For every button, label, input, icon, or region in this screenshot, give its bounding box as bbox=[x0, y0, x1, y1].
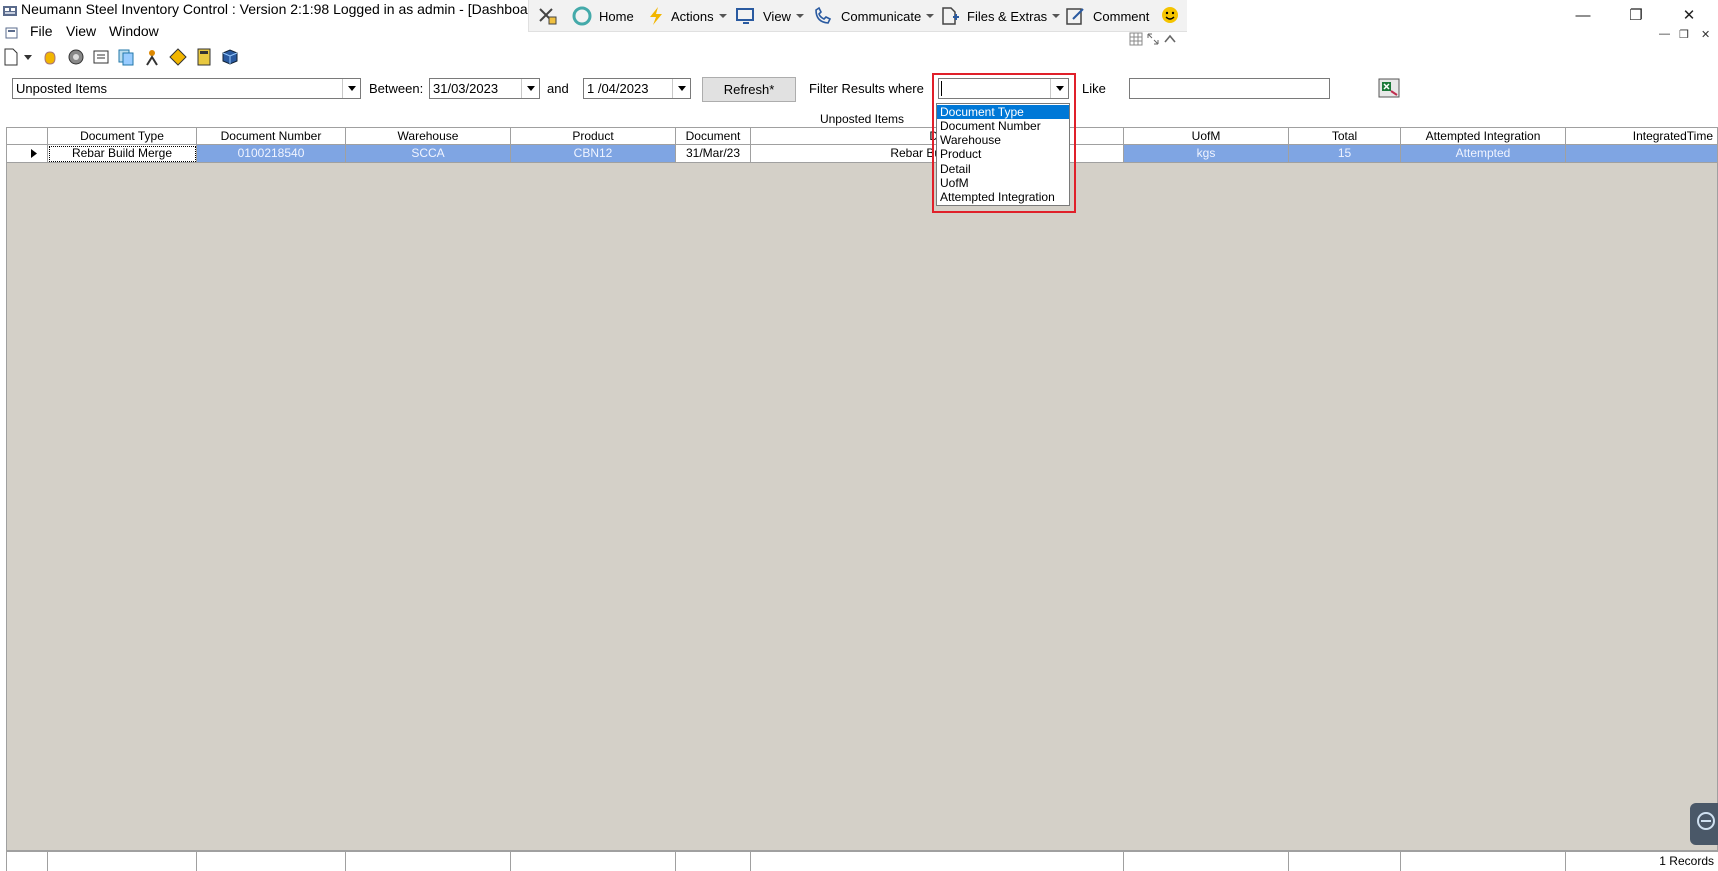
table-cell-integrated-time[interactable] bbox=[1566, 145, 1718, 163]
mdi-minimize-button[interactable]: — bbox=[1659, 28, 1670, 40]
comment-button[interactable]: Comment bbox=[1065, 6, 1149, 26]
report-type-select[interactable]: Unposted Items bbox=[12, 78, 361, 99]
worker-icon[interactable] bbox=[143, 48, 161, 66]
chevron-up-icon[interactable] bbox=[1163, 32, 1177, 46]
like-input[interactable] bbox=[1129, 78, 1330, 99]
dropdown-arrow-icon[interactable] bbox=[22, 48, 34, 66]
column-header-integrated-time[interactable]: IntegratedTime bbox=[1566, 128, 1718, 145]
column-header-warehouse[interactable]: Warehouse bbox=[346, 128, 511, 145]
command-bar: Home Actions View Communicate Files & Ex… bbox=[528, 0, 1187, 32]
refresh-button[interactable]: Refresh* bbox=[702, 77, 796, 102]
files-extras-menu[interactable]: Files & Extras bbox=[939, 6, 1061, 26]
column-header-total[interactable]: Total bbox=[1289, 128, 1401, 145]
settings-disc-icon[interactable] bbox=[67, 48, 85, 66]
lightning-icon bbox=[650, 7, 662, 25]
date-from-dropdown-button[interactable] bbox=[521, 79, 539, 98]
table-cell-document-number[interactable]: 0100218540 bbox=[197, 145, 346, 163]
add-file-icon bbox=[942, 7, 959, 25]
table-cell-attempted-integration[interactable]: Attempted bbox=[1401, 145, 1566, 163]
export-excel-icon[interactable] bbox=[1377, 77, 1401, 99]
package-box-icon[interactable] bbox=[221, 48, 239, 66]
remote-control-icon bbox=[1697, 812, 1715, 830]
close-button[interactable]: ✕ bbox=[1666, 0, 1712, 30]
phone-icon bbox=[815, 6, 832, 24]
minimize-button[interactable]: — bbox=[1560, 0, 1606, 30]
mdi-restore-button[interactable]: ❐ bbox=[1679, 28, 1689, 41]
row-selector-header bbox=[6, 128, 48, 145]
calculator-icon[interactable] bbox=[195, 48, 213, 66]
window-title: Neumann Steel Inventory Control : Versio… bbox=[21, 1, 544, 17]
smiley-icon[interactable] bbox=[1160, 5, 1180, 25]
report-type-dropdown-button[interactable] bbox=[342, 79, 360, 98]
records-count: 1 Records bbox=[1659, 854, 1714, 868]
warning-sign-icon[interactable] bbox=[169, 48, 187, 66]
monitor-icon bbox=[736, 8, 754, 24]
new-document-icon[interactable] bbox=[2, 48, 20, 66]
column-header-document-number[interactable]: Document Number bbox=[197, 128, 346, 145]
view-menu[interactable]: View bbox=[735, 6, 804, 26]
expand-icon[interactable] bbox=[1146, 32, 1160, 46]
column-header-document-type[interactable]: Document Type bbox=[48, 128, 197, 145]
table-cell-uofm[interactable]: kgs bbox=[1124, 145, 1289, 163]
menu-view[interactable]: View bbox=[66, 23, 96, 39]
row-selector[interactable] bbox=[6, 145, 48, 163]
document-menu-icon[interactable] bbox=[4, 26, 20, 40]
toolbar bbox=[0, 46, 260, 68]
remote-support-tab[interactable] bbox=[1690, 803, 1718, 845]
column-header-document[interactable]: Document bbox=[676, 128, 751, 145]
restore-button[interactable]: ❐ bbox=[1613, 0, 1659, 30]
tools-icon[interactable] bbox=[537, 6, 557, 26]
home-icon bbox=[572, 6, 592, 26]
hand-icon[interactable] bbox=[41, 48, 59, 66]
chevron-down-icon bbox=[347, 86, 356, 91]
like-label: Like bbox=[1082, 81, 1106, 96]
table-cell-document[interactable]: 31/Mar/23 bbox=[676, 145, 751, 163]
date-to-dropdown-button[interactable] bbox=[672, 79, 690, 98]
mdi-close-button[interactable]: ✕ bbox=[1701, 28, 1710, 41]
date-to-picker[interactable]: 1 /04/2023 bbox=[583, 78, 691, 99]
status-bar: 1 Records bbox=[6, 851, 1718, 871]
calculator-form-icon[interactable] bbox=[92, 48, 110, 66]
chevron-down-icon bbox=[526, 86, 535, 91]
grid-layout-icon[interactable] bbox=[1129, 32, 1143, 46]
grid-caption: Unposted Items bbox=[6, 111, 1718, 128]
annotation-highlight-box bbox=[932, 73, 1076, 213]
chevron-down-icon bbox=[677, 86, 686, 91]
column-header-uofm[interactable]: UofM bbox=[1124, 128, 1289, 145]
filter-results-label: Filter Results where bbox=[809, 81, 924, 96]
table-cell-document-type[interactable]: Rebar Build Merge bbox=[48, 145, 197, 163]
current-row-arrow-icon bbox=[31, 149, 37, 158]
between-label: Between: bbox=[369, 81, 424, 96]
and-label: and bbox=[547, 81, 569, 96]
actions-menu[interactable]: Actions bbox=[647, 6, 727, 26]
app-icon bbox=[3, 6, 17, 16]
home-button[interactable]: Home bbox=[571, 6, 634, 26]
table-cell-product[interactable]: CBN12 bbox=[511, 145, 676, 163]
column-header-attempted-integration[interactable]: Attempted Integration bbox=[1401, 128, 1566, 145]
communicate-menu[interactable]: Communicate bbox=[813, 6, 935, 26]
table-cell-total[interactable]: 15 bbox=[1289, 145, 1401, 163]
edit-note-icon bbox=[1066, 8, 1084, 25]
menu-file[interactable]: File bbox=[30, 23, 53, 39]
copy-documents-icon[interactable] bbox=[117, 48, 135, 66]
menu-window[interactable]: Window bbox=[109, 23, 159, 39]
results-grid[interactable] bbox=[6, 111, 1718, 851]
table-cell-warehouse[interactable]: SCCA bbox=[346, 145, 511, 163]
date-from-picker[interactable]: 31/03/2023 bbox=[429, 78, 540, 99]
column-header-product[interactable]: Product bbox=[511, 128, 676, 145]
